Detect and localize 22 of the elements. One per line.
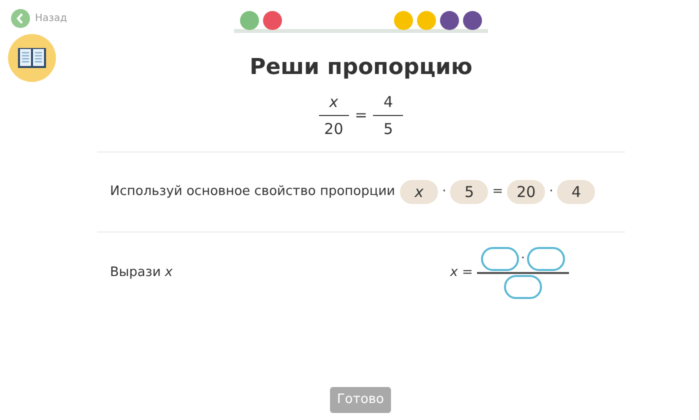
answer-box[interactable] [504,275,542,299]
operator: · [442,183,446,202]
number-chip: 20 [507,180,546,204]
answer-box[interactable] [527,247,565,271]
denominator: 20 [324,119,344,139]
number-chip: 4 [557,180,596,204]
operator: · [520,250,525,268]
operator: = [492,183,504,202]
equals-sign: = [354,105,368,126]
book-icon [8,34,56,82]
number-chip: 5 [450,180,488,204]
operator: · [549,183,554,202]
equation-lhs: x = [450,264,473,282]
numerator: x [329,92,338,112]
step-prompt: Вырази x [110,264,173,282]
denominator: 5 [384,119,394,139]
task-title: Реши пропорцию [250,54,472,82]
numerator: 4 [384,92,394,112]
answer-box[interactable] [480,247,519,271]
back-link[interactable]: Назад [11,9,68,28]
variable-chip: x [400,180,438,204]
step-prompt: Используй основное свойство пропорции [110,183,396,202]
